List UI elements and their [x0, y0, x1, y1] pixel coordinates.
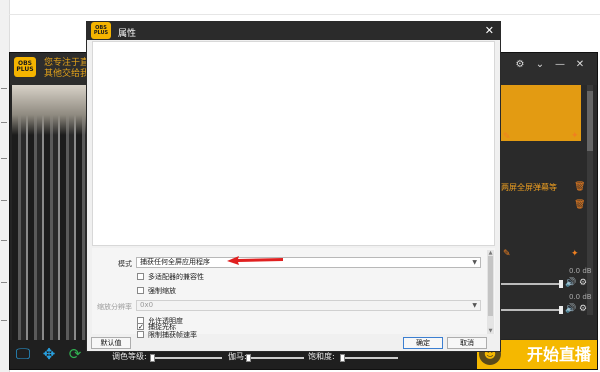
app-close-button[interactable]: ✕ — [573, 59, 587, 70]
gamma-label: 伽马: — [228, 352, 247, 361]
chevron-down-icon: ▼ — [472, 302, 477, 309]
ok-button[interactable]: 确定 — [403, 337, 443, 349]
scroll-down-icon[interactable]: ▼ — [487, 328, 494, 334]
properties-dialog: OBS PLUS 属性 ✕ 模式 捕获任何全屏应用程序 ▼ 多适配器的兼容性 强制缩… — [86, 21, 501, 352]
checkbox-multiadapter[interactable] — [137, 273, 144, 280]
scene-label: 两屏全屏弹幕等 — [501, 183, 557, 192]
delete-icon[interactable]: 🗑 — [574, 182, 585, 192]
dropdown-chevron-icon[interactable]: ⌄ — [533, 59, 547, 70]
mode-label: 模式 — [118, 260, 132, 268]
dialog-title: 属性 — [118, 29, 137, 39]
scene-sources-panel: ✎ ✦ 两屏全屏弹幕等 🗑 🗑 ✎ ✦ 0.0 dB 🔊 ⚙ 0.0 dB 🔊 … — [501, 85, 597, 339]
app-notice-line-2: 其他交给我 — [44, 69, 90, 79]
speaker-icon[interactable]: 🔊 — [565, 278, 576, 288]
video-preview-highlight — [12, 85, 96, 135]
obs-plus-logo: OBS PLUS — [14, 57, 36, 77]
obs-plus-logo: OBS PLUS — [91, 22, 111, 39]
volume-readout-1: 0.0 dB — [569, 267, 592, 275]
gear-icon-2[interactable]: ⚙ — [579, 304, 587, 314]
volume-readout-2: 0.0 dB — [569, 293, 592, 301]
scene-banner — [501, 85, 581, 141]
volume-slider-1[interactable] — [501, 280, 563, 288]
monitor-icon[interactable]: 🖵 — [13, 345, 33, 363]
refresh-icon[interactable]: ⟳ — [65, 345, 85, 363]
defaults-button[interactable]: 默认值 — [91, 337, 131, 349]
scale-resolution-label: 缩放分辨率 — [97, 303, 132, 311]
gear-icon[interactable]: ⚙ — [579, 278, 587, 288]
delete-icon-2[interactable]: 🗑 — [574, 200, 585, 210]
scale-resolution-select[interactable]: 0x0 ▼ — [136, 300, 481, 311]
speaker-icon-2[interactable]: 🔊 — [565, 304, 576, 314]
app-notice-line-1: 您专注于直 — [44, 58, 90, 68]
color-level-slider[interactable] — [150, 354, 222, 362]
gamma-slider[interactable] — [246, 354, 304, 362]
chevron-down-icon: ▼ — [472, 259, 477, 266]
saturation-label: 饱和度: — [308, 352, 335, 361]
checkbox-force-scaling[interactable] — [137, 287, 144, 294]
move-arrows-icon[interactable]: ✥ — [39, 345, 59, 363]
source-preview-area — [92, 41, 495, 246]
mode-select[interactable]: 捕获任何全屏应用程序 ▼ — [136, 257, 481, 268]
app-notice: 您专注于直 其他交给我 — [44, 58, 89, 80]
minimize-button[interactable]: — — [553, 59, 567, 70]
checkbox-capture-cursor[interactable]: ✓ — [137, 323, 144, 331]
scene-edit-icon[interactable]: ✎ — [503, 132, 511, 142]
color-level-label: 调色等级: — [112, 352, 147, 361]
checkbox-force-scaling-label: 强制缩放 — [148, 287, 176, 295]
cancel-button[interactable]: 取消 — [447, 337, 487, 349]
checkbox-limit-framerate[interactable] — [137, 331, 144, 338]
checkbox-multiadapter-label: 多适配器的兼容性 — [148, 273, 204, 281]
properties-scrollbar[interactable]: ▲ ▼ — [487, 250, 494, 334]
annotation-arrow-icon — [227, 256, 283, 265]
panel-scrollbar[interactable] — [587, 85, 593, 315]
scene-settings-icon[interactable]: ✦ — [571, 131, 579, 141]
background-divider — [9, 14, 600, 15]
saturation-slider[interactable] — [340, 354, 398, 362]
checkbox-capture-cursor-label: 捕捉光标 — [148, 323, 176, 331]
settings-gear-icon[interactable]: ⚙ — [513, 59, 527, 70]
volume-slider-2[interactable] — [501, 306, 563, 314]
source-settings-icon[interactable]: ✦ — [571, 249, 579, 259]
close-icon[interactable]: ✕ — [485, 24, 494, 37]
dialog-title-bar[interactable]: OBS PLUS 属性 ✕ — [87, 22, 500, 40]
filter-icon[interactable]: ✎ — [503, 249, 511, 259]
